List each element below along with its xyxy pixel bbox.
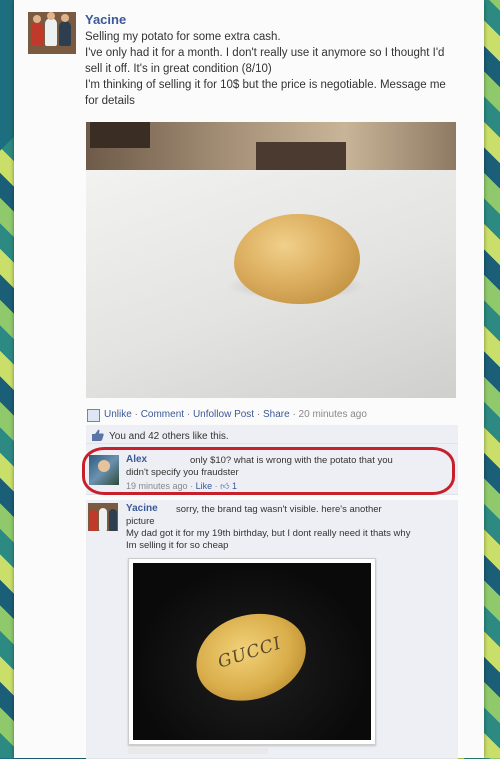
post-text: Selling my potato for some extra cash. I… [85, 29, 480, 109]
potato-image [234, 214, 360, 304]
comment-author[interactable]: Yacine [126, 503, 158, 514]
thumbs-up-icon [92, 429, 104, 441]
comment-link[interactable]: Comment [141, 409, 184, 420]
post-photo[interactable] [86, 122, 456, 398]
post-line: sell it off. It's in great condition (8/… [85, 63, 272, 75]
post-line: I've only had it for a month. I don't re… [85, 47, 445, 59]
unfollow-link[interactable]: Unfollow Post [193, 409, 254, 420]
unlike-link[interactable]: Unlike [104, 409, 132, 420]
unlike-icon [87, 409, 100, 422]
comment-text: sorry, the brand tag wasn't visible. her… [176, 504, 382, 515]
post-line: I'm thinking of selling it for 10$ but t… [85, 79, 446, 91]
cut-off-text [128, 748, 268, 754]
author-avatar[interactable] [28, 12, 76, 54]
post-author-name[interactable]: Yacine [85, 12, 126, 27]
comment-text: Im selling it for so cheap [126, 540, 229, 551]
post-line: Selling my potato for some extra cash. [85, 31, 281, 43]
comment-text: My dad got it for my 19th birthday, but … [126, 528, 411, 539]
post-timestamp[interactable]: 20 minutes ago [299, 409, 367, 420]
highlight-circle [82, 447, 455, 495]
comment-text: picture [126, 516, 155, 527]
share-link[interactable]: Share [263, 409, 290, 420]
yacine-reply-avatar[interactable] [88, 503, 118, 531]
post-actions: Unlike · Comment · Unfollow Post · Share… [104, 409, 367, 420]
likes-count-text[interactable]: You and 42 others like this. [109, 431, 229, 442]
comment-photo[interactable]: GUCCI [128, 558, 376, 745]
post-line: for details [85, 95, 135, 107]
